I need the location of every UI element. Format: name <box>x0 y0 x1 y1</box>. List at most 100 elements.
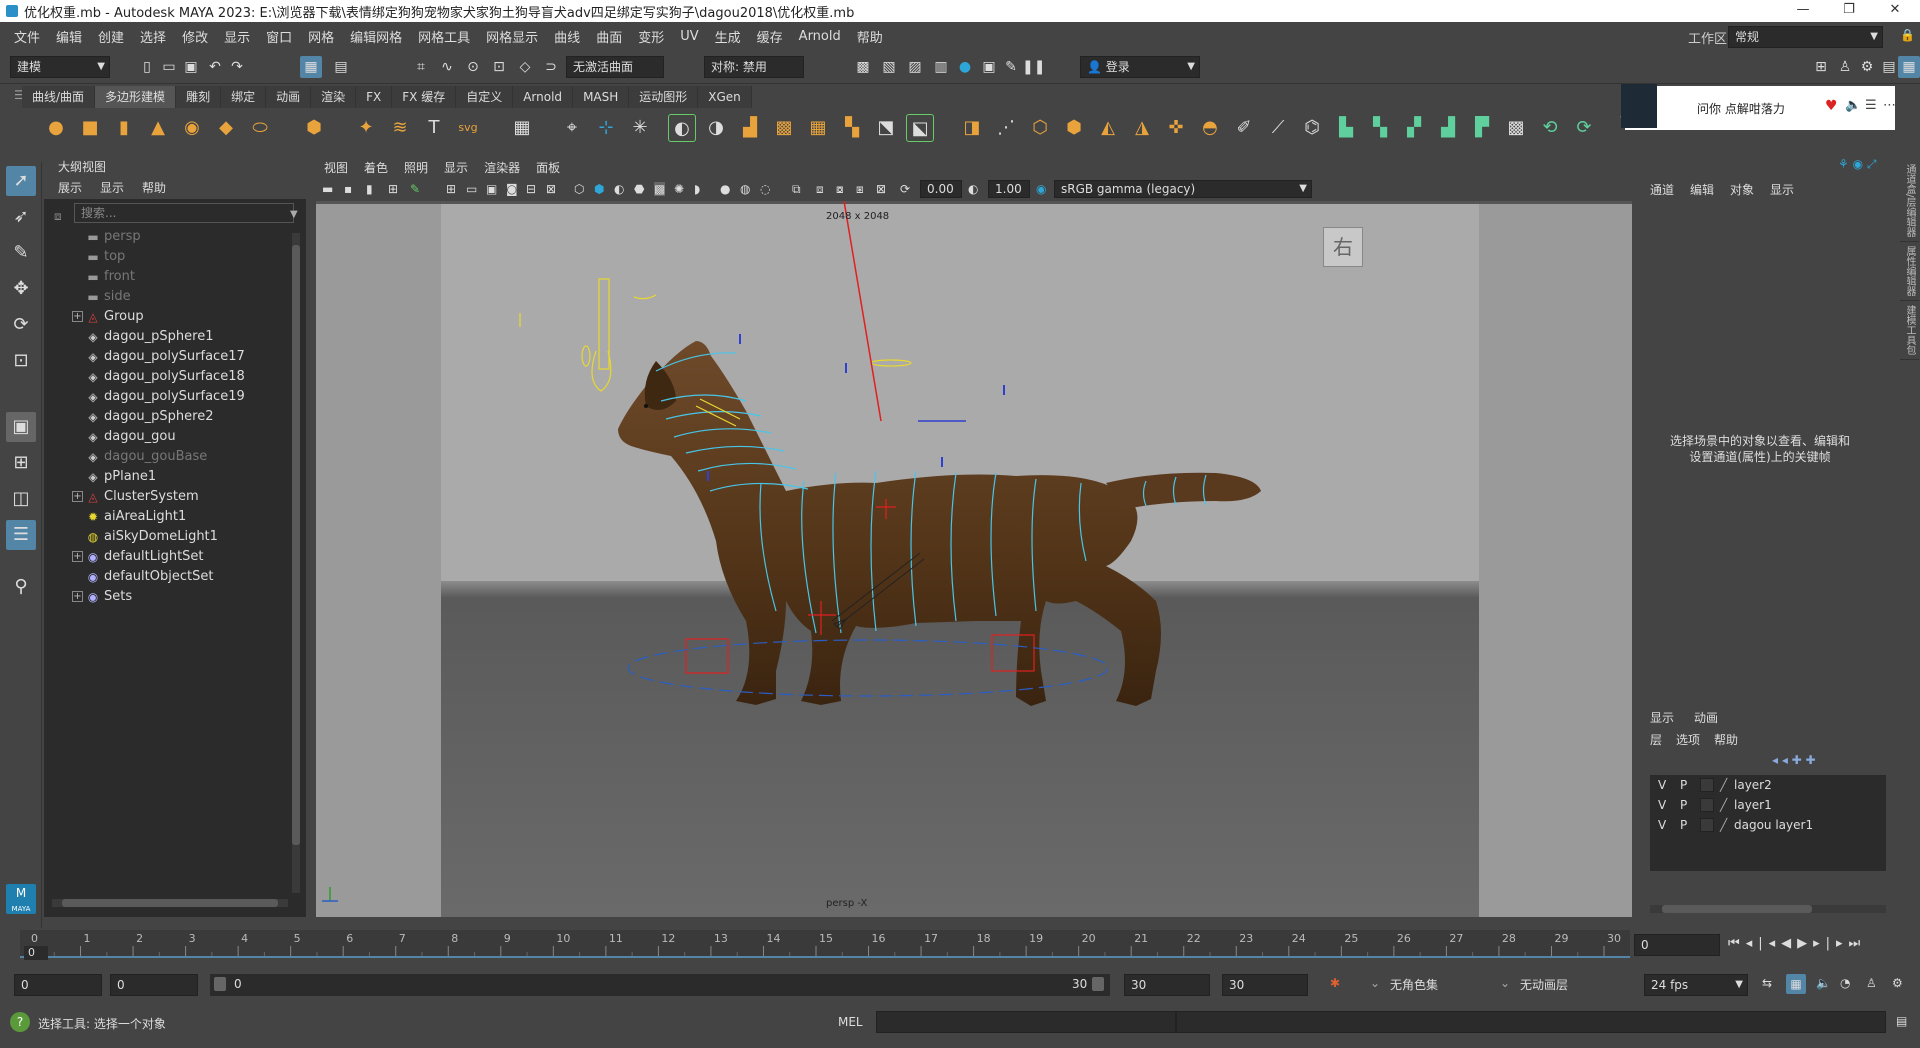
single-perspective-layout-icon[interactable]: ▣ <box>6 412 36 442</box>
menu-item[interactable]: 显示 <box>216 27 258 46</box>
current-frame-field[interactable]: 0 <box>1634 934 1720 956</box>
outliner-item[interactable]: ▬ front <box>44 267 306 287</box>
snap-point-icon[interactable]: ⊙ <box>462 56 484 78</box>
dock-icon[interactable]: ◔ <box>1840 976 1850 990</box>
menu-item[interactable]: 网格显示 <box>478 27 546 46</box>
svg-icon[interactable]: svg <box>454 114 482 142</box>
redo-icon[interactable]: ↷ <box>226 56 248 78</box>
anim-start-field[interactable]: 0 <box>110 974 198 996</box>
outliner-item[interactable]: ◉ defaultObjectSet <box>44 567 306 587</box>
menu-item[interactable]: 缓存 <box>749 27 791 46</box>
outliner-item[interactable]: ◈ dagou_gouBase <box>44 447 306 467</box>
shelf-tab[interactable]: 运动图形 <box>629 86 699 108</box>
insert-edge-loop-icon[interactable]: ▙ <box>1332 114 1360 142</box>
outliner-item[interactable]: ▬ side <box>44 287 306 307</box>
offset-edge-loop-icon[interactable]: ▚ <box>1366 114 1394 142</box>
lock-icon[interactable]: 🔒 <box>1900 28 1915 42</box>
menu-item[interactable]: 网格 <box>300 27 342 46</box>
bevel-icon[interactable]: ◨ <box>958 114 986 142</box>
help-icon[interactable]: ? <box>10 1012 30 1032</box>
select-hierarchy-icon[interactable]: ▦ <box>300 56 322 78</box>
channel-box-menu-item[interactable]: 对象 <box>1730 181 1754 198</box>
preferences-icon[interactable]: ⚙ <box>1892 976 1903 990</box>
anim-layer-icon[interactable]: ⌄ <box>1500 976 1510 990</box>
textured-icon[interactable]: ▩ <box>654 182 666 196</box>
layer-row[interactable]: V P ╱ layer1 <box>1650 795 1886 815</box>
outliner-item[interactable]: ▬ top <box>44 247 306 267</box>
poly-plane-icon[interactable]: ◆ <box>212 114 240 142</box>
side-tab[interactable]: 属性编辑器 <box>1900 242 1919 302</box>
menu-item[interactable]: 帮助 <box>849 27 891 46</box>
expand-icon[interactable]: + <box>72 311 83 322</box>
xray-icon[interactable]: ⧈ <box>816 182 824 197</box>
outliner-item[interactable]: ◈ pPlane1 <box>44 467 306 487</box>
collapse-icon[interactable]: ◓ <box>1196 114 1224 142</box>
sweep-mesh-icon[interactable]: ≋ <box>386 114 414 142</box>
boolean-icon[interactable]: ▦ <box>804 114 832 142</box>
history-icon[interactable]: ⟲ <box>1536 114 1564 142</box>
viewport-menu-item[interactable]: 渲染器 <box>484 157 520 179</box>
character-set-icon[interactable]: ⌄ <box>1370 976 1380 990</box>
heart-icon[interactable]: ♥ <box>1825 98 1838 114</box>
outliner-item[interactable]: ◈ dagou_pSphere1 <box>44 327 306 347</box>
camera-attributes-icon[interactable]: ▪ <box>344 182 352 196</box>
poly-cylinder-icon[interactable]: ▮ <box>110 114 138 142</box>
loop-icon[interactable]: ⇆ <box>1762 976 1772 990</box>
pivot-icon[interactable]: ⊹ <box>592 114 620 142</box>
select-component-icon[interactable]: ▤ <box>330 56 352 78</box>
outliner-menu-item[interactable]: 显示 <box>100 177 124 199</box>
shelf-tab[interactable]: 渲染 <box>311 86 357 108</box>
anim-end-field[interactable]: 30 <box>1124 974 1210 996</box>
menu-item[interactable]: 文件 <box>6 27 48 46</box>
layer-visibility-toggle[interactable]: V <box>1658 815 1666 835</box>
select-tool-icon[interactable]: ➚ <box>6 166 36 196</box>
outliner-item[interactable]: ◈ dagou_polySurface19 <box>44 387 306 407</box>
shelf-tab[interactable]: MASH <box>573 86 630 108</box>
menu-item[interactable]: 曲线 <box>546 27 588 46</box>
outliner-vscrollbar[interactable] <box>292 233 300 893</box>
minimize-button[interactable]: — <box>1780 0 1826 22</box>
save-scene-icon[interactable]: ▣ <box>180 56 202 78</box>
uv-editor-icon[interactable]: ▦ <box>508 114 536 142</box>
bookmark-icon[interactable]: ▮ <box>366 182 373 196</box>
ao-icon[interactable]: ● <box>720 182 730 196</box>
layer-visibility-toggle[interactable]: V <box>1658 795 1666 815</box>
layer-color-swatch[interactable] <box>1700 798 1714 812</box>
snap-magnet-icon[interactable]: ⊃ <box>540 56 562 78</box>
popup-menu-icon[interactable]: ⋯ <box>1883 98 1896 113</box>
viewport-menu-item[interactable]: 视图 <box>324 157 348 179</box>
pause-icon[interactable]: ❚❚ <box>1022 56 1045 78</box>
maximize-button[interactable]: ❐ <box>1826 0 1872 22</box>
move-tool-icon[interactable]: ✥ <box>6 274 36 304</box>
outliner-item[interactable]: ◈ dagou_polySurface18 <box>44 367 306 387</box>
isolate-select-icon[interactable]: ⧉ <box>792 182 801 197</box>
anim-layer-label[interactable]: 无动画层 <box>1520 976 1568 993</box>
viewport-menu-item[interactable]: 着色 <box>364 157 388 179</box>
menu-item[interactable]: 曲面 <box>588 27 630 46</box>
viewport-menu-item[interactable]: 显示 <box>444 157 468 179</box>
sound-icon[interactable]: 🔈 <box>1816 976 1831 990</box>
color-management-icon[interactable]: ◉ <box>1036 182 1046 196</box>
undo-icon[interactable]: ↶ <box>204 56 226 78</box>
outliner-menu-item[interactable]: 帮助 <box>142 177 166 199</box>
super-shape-icon[interactable]: ✦ <box>352 114 380 142</box>
outliner-item[interactable]: ✹ aiAreaLight1 <box>44 507 306 527</box>
menu-item[interactable]: 网格工具 <box>410 27 478 46</box>
shelf-tab[interactable]: 雕刻 <box>176 86 222 108</box>
arnold-ipr-icon[interactable]: ✎ <box>1000 56 1022 78</box>
arnold-render-icon[interactable]: ▣ <box>978 56 1000 78</box>
channel-box-menu-item[interactable]: 显示 <box>1770 181 1794 198</box>
viewport-menu-item[interactable]: 照明 <box>404 157 428 179</box>
merge-icon[interactable]: ✜ <box>1162 114 1190 142</box>
view-transform-select[interactable]: sRGB gamma (legacy) ▼ <box>1054 180 1312 198</box>
poly-torus-icon[interactable]: ◉ <box>178 114 206 142</box>
playback-controls[interactable]: ⏮◂|◂◀▶▸|▸⏭ <box>1728 936 1866 951</box>
attribute-editor-icon[interactable]: ▤ <box>1878 56 1900 78</box>
persp-outliner-layout-icon[interactable]: ◫ <box>6 484 36 514</box>
default-material-icon[interactable]: ◐ <box>614 182 624 196</box>
grease-pencil-icon[interactable]: ✎ <box>410 182 420 196</box>
side-tab[interactable]: 通道盒/层编辑器 <box>1900 160 1919 243</box>
snap-grid-icon[interactable]: ⌗ <box>410 56 432 78</box>
camera-select-icon[interactable]: ▬ <box>322 182 333 196</box>
xray-components-icon[interactable]: ⧆ <box>856 182 864 197</box>
